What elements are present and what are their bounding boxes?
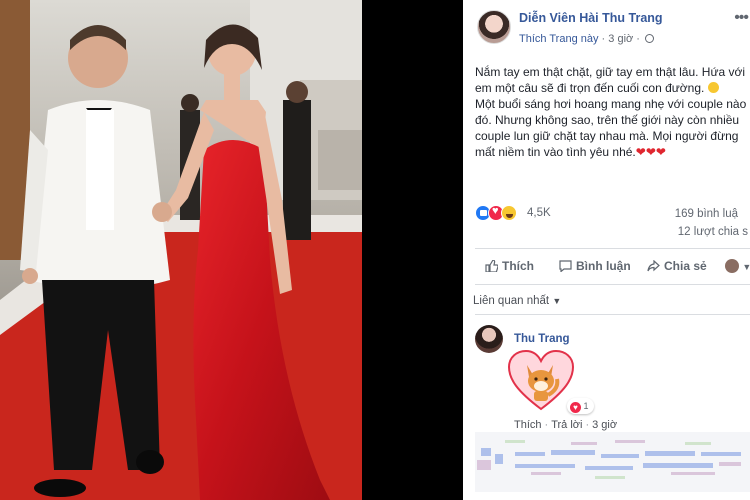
like-button-label: Thích [502, 259, 534, 273]
post-as-selector[interactable]: ▼ [725, 259, 750, 273]
holding-hands [152, 202, 172, 222]
share-button-label: Chia sẻ [664, 259, 707, 273]
thumbs-up-icon [485, 260, 498, 272]
sticker-reaction-count: 1 [583, 401, 589, 411]
comment-button-label: Bình luận [576, 259, 631, 273]
comment-actions: Thích · Trả lời · 3 giờ [514, 419, 617, 431]
post-header: Diễn Viên Hài Thu Trang Thích Trang này … [463, 0, 750, 52]
post-meta-dot: · [636, 33, 644, 45]
chevron-down-icon: ▼ [552, 296, 562, 306]
haha-reaction-icon [501, 205, 517, 221]
shares-count-link[interactable]: 12 lượt chia s [678, 226, 748, 238]
couple-photo-illustration [0, 0, 362, 500]
chevron-down-icon: ▼ [742, 262, 750, 272]
like-page-link[interactable]: Thích Trang này [519, 33, 599, 45]
sticker-reaction-badge[interactable]: ♥ 1 [567, 398, 594, 414]
divider [475, 248, 750, 249]
divider [475, 314, 750, 315]
post-paragraph-2: Một buổi sáng hơi hoang mang nhẹ với cou… [475, 97, 747, 159]
love-reaction-icon: ♥ [570, 402, 581, 413]
sort-label: Liên quan nhất [473, 295, 550, 307]
more-dots-icon[interactable]: ••• [734, 9, 749, 27]
blurred-comment [475, 432, 750, 492]
post-photo[interactable] [0, 0, 362, 500]
globe-icon [645, 34, 655, 43]
comment-separator: · [585, 419, 590, 431]
post-panel: Diễn Viên Hài Thu Trang Thích Trang này … [463, 0, 750, 500]
speech-bubble-icon [559, 260, 572, 272]
selector-avatar [725, 259, 739, 273]
commenter-avatar[interactable] [475, 325, 503, 353]
post-actions: Thích Bình luận Chia sẻ ▼ [475, 252, 750, 282]
post-text: Nắm tay em thật chặt, giữ tay em thật lâ… [475, 64, 750, 160]
reactions-count: 4,5K [527, 207, 551, 219]
meta-separator: · [598, 33, 609, 45]
comment-time[interactable]: 3 giờ [592, 419, 617, 431]
comment-button[interactable]: Bình luận [559, 259, 631, 273]
share-arrow-icon [647, 260, 660, 272]
like-button[interactable]: Thích [485, 259, 534, 273]
post-meta: Thích Trang này · 3 giờ · [519, 33, 655, 45]
page-avatar[interactable] [477, 10, 511, 44]
heart-fox-sticker [507, 349, 575, 411]
page-name[interactable]: Diễn Viên Hài Thu Trang [519, 11, 663, 25]
divider [475, 284, 750, 285]
comment-reply-link[interactable]: Trả lời [551, 419, 582, 431]
hearts-emoji: ❤❤❤ [635, 145, 666, 159]
share-button[interactable]: Chia sẻ [647, 259, 707, 273]
comment-sort-dropdown[interactable]: Liên quan nhất ▼ [473, 295, 561, 307]
comment-like-link[interactable]: Thích [514, 419, 542, 431]
lightbox-backdrop [362, 0, 463, 500]
comments-count-link[interactable]: 169 bình luậ [675, 208, 738, 220]
commenter-name[interactable]: Thu Trang [514, 333, 570, 345]
post-time[interactable]: 3 giờ [608, 33, 633, 45]
smile-emoji-icon [707, 82, 719, 93]
post-paragraph-1: Nắm tay em thật chặt, giữ tay em thật lâ… [475, 65, 746, 95]
comment-separator: · [544, 419, 549, 431]
